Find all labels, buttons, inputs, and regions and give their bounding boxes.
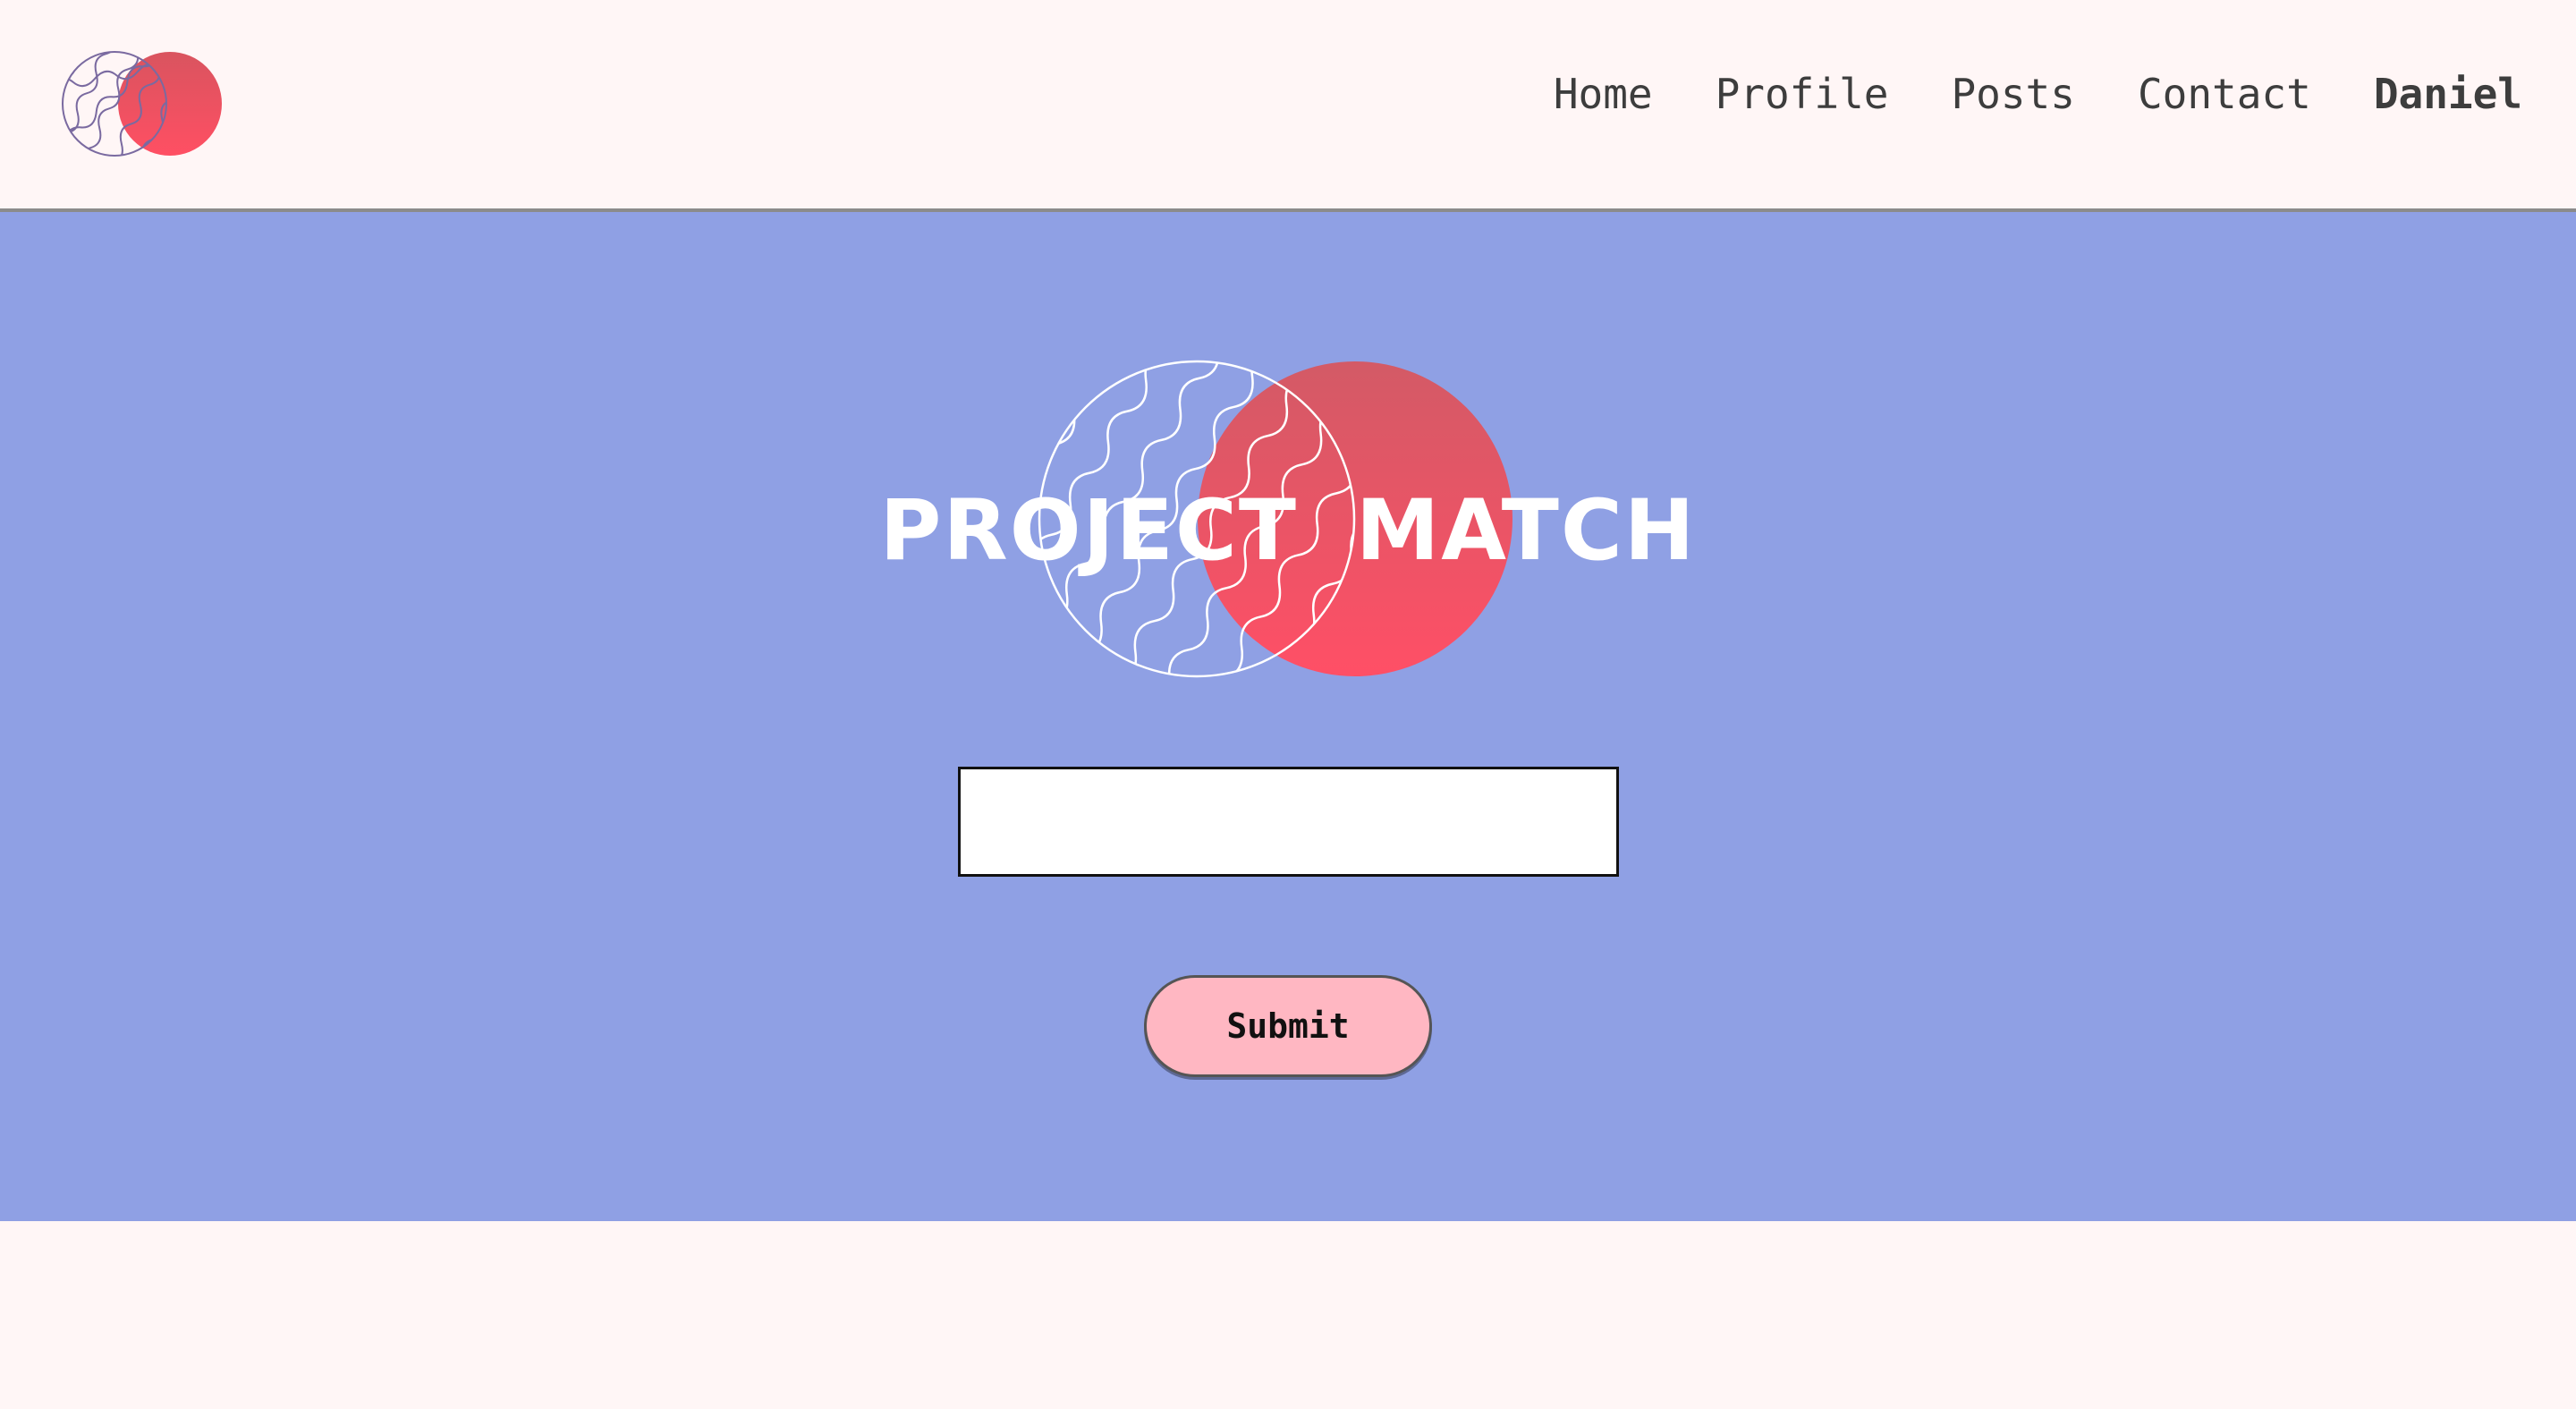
top-navbar: Home Profile Posts Contact Daniel — [0, 0, 2576, 212]
user-name-link[interactable]: Daniel — [2374, 70, 2522, 118]
main-nav: Home Profile Posts Contact Daniel — [1554, 70, 2522, 118]
nav-posts-link[interactable]: Posts — [1951, 70, 2074, 118]
project-match-logo-icon[interactable] — [61, 50, 225, 161]
nav-contact-link[interactable]: Contact — [2138, 70, 2311, 118]
hero-section: PROJECT MATCH Submit — [0, 212, 2576, 1221]
nav-home-link[interactable]: Home — [1554, 70, 1653, 118]
submit-button[interactable]: Submit — [1144, 975, 1432, 1077]
nav-profile-link[interactable]: Profile — [1716, 70, 1889, 118]
search-input[interactable] — [958, 767, 1619, 877]
page-title: PROJECT MATCH — [879, 482, 1697, 580]
